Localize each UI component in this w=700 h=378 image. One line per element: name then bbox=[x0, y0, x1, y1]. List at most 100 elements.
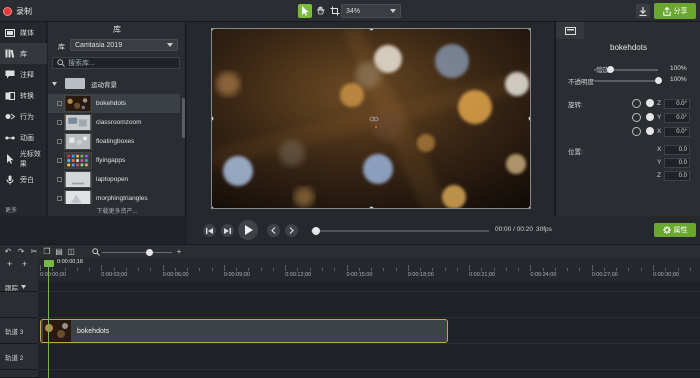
track-lane[interactable] bbox=[38, 292, 700, 318]
laptopopen-thumbnail bbox=[64, 171, 92, 188]
search-placeholder: 搜索库... bbox=[68, 60, 95, 67]
crop-tool-button[interactable] bbox=[328, 4, 342, 18]
track-lane[interactable] bbox=[38, 344, 700, 370]
track-lane[interactable] bbox=[38, 282, 700, 292]
track-header[interactable]: 轨道 2 bbox=[0, 344, 38, 370]
ruler-tick bbox=[346, 265, 348, 271]
ruler-tick bbox=[223, 265, 225, 271]
rail-item-label: 转换 bbox=[20, 92, 34, 100]
rotation-dial[interactable] bbox=[646, 113, 654, 121]
rotation-x-field[interactable]: 0.0° bbox=[664, 127, 690, 137]
scrub-bar[interactable] bbox=[311, 230, 489, 232]
animation-icon bbox=[5, 133, 15, 143]
library-item[interactable]: classroomzoom bbox=[48, 113, 180, 132]
scale-slider[interactable] bbox=[594, 69, 658, 71]
rotation-z-field[interactable]: 0.0° bbox=[664, 99, 690, 109]
library-search-input[interactable]: 搜索库... bbox=[52, 57, 180, 69]
ruler-tick bbox=[174, 268, 176, 271]
ruler-tick bbox=[138, 268, 140, 271]
step-back-button[interactable] bbox=[203, 224, 216, 237]
rail-item-label: 旁白 bbox=[20, 176, 34, 184]
select-tool-button[interactable] bbox=[298, 4, 312, 18]
library-item[interactable]: laptopopen bbox=[48, 170, 180, 189]
ruler-tick bbox=[101, 265, 103, 271]
position-x-field[interactable]: 0.0 bbox=[664, 145, 690, 155]
rail-item-annotations[interactable]: 注释 bbox=[0, 64, 47, 85]
library-item[interactable]: flyingapps bbox=[48, 151, 180, 170]
add-marker-icon[interactable]: + bbox=[22, 259, 27, 269]
chevron-down-icon bbox=[52, 81, 57, 86]
cut-icon[interactable]: ✂ bbox=[29, 247, 39, 257]
checkbox[interactable] bbox=[57, 158, 62, 163]
undo-icon[interactable]: ↶ bbox=[3, 247, 13, 257]
properties-button[interactable]: 属性 bbox=[654, 223, 696, 237]
library-item[interactable]: morphingtriangles bbox=[48, 189, 180, 204]
checkbox[interactable] bbox=[57, 196, 62, 201]
pan-tool-button[interactable] bbox=[314, 4, 328, 18]
rail-item-animations[interactable]: 动画 bbox=[0, 127, 47, 148]
library-scrollbar[interactable] bbox=[182, 98, 185, 138]
ruler-label: 0:00:06;00 bbox=[162, 272, 189, 278]
properties-label: 属性 bbox=[673, 227, 688, 234]
library-folder[interactable]: 运动背景 bbox=[48, 74, 180, 93]
checkbox[interactable] bbox=[57, 101, 62, 106]
library-dropdown[interactable]: Camtasia 2019 bbox=[70, 39, 178, 51]
library-item[interactable]: floatingboxes bbox=[48, 132, 180, 151]
step-forward-icon bbox=[224, 227, 231, 234]
zoom-search-icon[interactable] bbox=[91, 247, 101, 257]
play-button[interactable] bbox=[238, 220, 258, 240]
rail-item-behaviors[interactable]: 行为 bbox=[0, 106, 47, 127]
rail-item-library[interactable]: 库 bbox=[0, 43, 47, 64]
opacity-slider[interactable] bbox=[594, 80, 658, 82]
playhead-handle[interactable] bbox=[44, 260, 54, 267]
rotation-y-field[interactable]: 0.0° bbox=[664, 113, 690, 123]
axis-label: Y bbox=[657, 114, 662, 121]
track-label: 跟踪 bbox=[5, 284, 18, 292]
scrub-handle[interactable] bbox=[312, 227, 320, 235]
timeline-ruler[interactable]: + + 0:00:00;18 0:00:00;00 0:00:03;00 0:00:… bbox=[0, 258, 700, 282]
rail-item-media[interactable]: 媒体 bbox=[0, 22, 47, 43]
visual-properties-tab[interactable] bbox=[556, 22, 584, 39]
transition-icon bbox=[5, 91, 15, 101]
track-header[interactable]: 跟踪 bbox=[0, 282, 38, 292]
paste-icon[interactable]: ▤ bbox=[54, 247, 64, 257]
zoom-in-icon[interactable]: + bbox=[174, 247, 184, 257]
download-button[interactable] bbox=[636, 4, 650, 18]
axis-label: Z bbox=[657, 100, 661, 107]
more-tools-button[interactable]: 更多 bbox=[5, 205, 17, 214]
rotation-dial[interactable] bbox=[646, 99, 654, 107]
timeline-zoom-slider[interactable] bbox=[102, 252, 172, 253]
zoom-value: 34% bbox=[346, 7, 361, 15]
checkbox[interactable] bbox=[57, 120, 62, 125]
track-header[interactable]: 轨道 3 bbox=[0, 318, 38, 344]
frame-rate: 30fps bbox=[536, 226, 552, 233]
rail-item-cursor-effects[interactable]: 光标效果 bbox=[0, 148, 47, 169]
download-more-assets-link[interactable]: 下载更多资产... bbox=[48, 206, 186, 215]
record-button[interactable]: 录制 bbox=[3, 4, 32, 18]
previous-marker-button[interactable] bbox=[267, 224, 280, 237]
video-canvas[interactable] bbox=[211, 28, 531, 209]
time-display: 00:00 / 00:20 bbox=[495, 226, 533, 233]
library-item[interactable]: bokehdots bbox=[48, 94, 180, 113]
checkbox[interactable] bbox=[57, 177, 62, 182]
checkbox[interactable] bbox=[57, 139, 62, 144]
rotation-dial[interactable] bbox=[646, 127, 654, 135]
ruler-tick bbox=[89, 268, 91, 271]
next-marker-button[interactable] bbox=[285, 224, 298, 237]
rail-item-transitions[interactable]: 转换 bbox=[0, 85, 47, 106]
play-icon bbox=[244, 225, 253, 235]
opacity-slider-knob[interactable] bbox=[655, 77, 662, 84]
scale-slider-knob[interactable] bbox=[607, 66, 614, 73]
position-z-field[interactable]: 0.0 bbox=[664, 171, 690, 181]
timeline-clip[interactable]: bokehdots bbox=[40, 319, 448, 343]
copy-icon[interactable]: ❐ bbox=[42, 247, 52, 257]
share-button[interactable]: 分享 bbox=[654, 3, 696, 19]
add-track-icon[interactable]: + bbox=[7, 259, 12, 269]
canvas-zoom-dropdown[interactable]: 34% bbox=[341, 4, 401, 18]
split-icon[interactable]: ◫ bbox=[66, 247, 76, 257]
timeline-zoom-knob[interactable] bbox=[146, 249, 153, 256]
step-forward-button[interactable] bbox=[221, 224, 234, 237]
rail-item-voice-narration[interactable]: 旁白 bbox=[0, 169, 47, 190]
position-y-field[interactable]: 0.0 bbox=[664, 158, 690, 168]
redo-icon[interactable]: ↷ bbox=[16, 247, 26, 257]
